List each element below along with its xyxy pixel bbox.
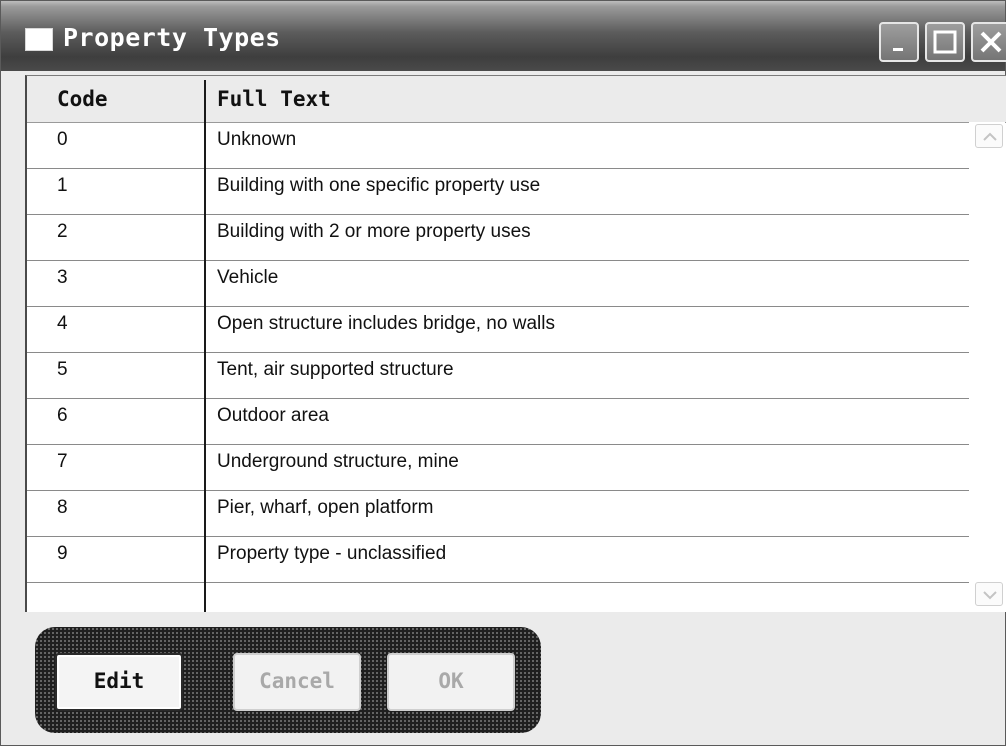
minimize-button[interactable] <box>879 22 919 62</box>
table-row[interactable]: 7 Underground structure, mine <box>27 445 969 491</box>
column-divider[interactable] <box>204 80 206 612</box>
property-types-window: Property Types Code Full Text 0 Unknown 1 B… <box>0 0 1006 746</box>
code-cell: 3 <box>57 267 68 288</box>
column-header-full-text[interactable]: Full Text <box>217 76 331 122</box>
chevron-up-icon <box>983 132 997 141</box>
vertical-scrollbar[interactable] <box>969 122 1005 610</box>
ok-button[interactable]: OK <box>387 653 515 711</box>
code-cell: 5 <box>57 359 68 380</box>
table-row[interactable]: 9 Property type - unclassified <box>27 537 969 583</box>
code-cell: 9 <box>57 543 68 564</box>
full-text-cell: Building with one specific property use <box>217 175 541 196</box>
table-row[interactable]: 4 Open structure includes bridge, no wall… <box>27 307 969 353</box>
code-cell: 1 <box>57 175 68 196</box>
table-row[interactable]: 1 Building with one specific property use <box>27 169 969 215</box>
full-text-cell: Property type - unclassified <box>217 543 447 564</box>
full-text-cell: Underground structure, mine <box>217 451 459 472</box>
full-text-cell: Tent, air supported structure <box>217 359 454 380</box>
maximize-button[interactable] <box>925 22 965 62</box>
code-cell: 7 <box>57 451 68 472</box>
code-cell: 2 <box>57 221 68 242</box>
title-bar[interactable]: Property Types <box>1 1 1006 71</box>
full-text-cell: Outdoor area <box>217 405 329 426</box>
button-panel: Edit Cancel OK <box>35 627 541 733</box>
maximize-icon <box>933 30 957 54</box>
scroll-up-button[interactable] <box>975 124 1003 148</box>
close-button[interactable] <box>971 22 1006 62</box>
cancel-button[interactable]: Cancel <box>233 653 361 711</box>
full-text-cell: Unknown <box>217 129 297 150</box>
code-cell: 8 <box>57 497 68 518</box>
property-types-grid: Code Full Text 0 Unknown 1 Building with on… <box>25 75 1006 612</box>
table-row[interactable]: 3 Vehicle <box>27 261 969 307</box>
chevron-down-icon <box>983 591 997 600</box>
full-text-cell: Open structure includes bridge, no walls <box>217 313 555 334</box>
column-header-code[interactable]: Code <box>57 76 108 122</box>
table-row[interactable]: 5 Tent, air supported structure <box>27 353 969 399</box>
close-icon <box>980 31 1002 53</box>
minimize-icon <box>893 48 903 51</box>
table-row[interactable] <box>27 583 969 612</box>
window-title: Property Types <box>63 23 281 52</box>
scroll-down-button[interactable] <box>975 582 1003 606</box>
code-cell: 4 <box>57 313 68 334</box>
table-row[interactable]: 8 Pier, wharf, open platform <box>27 491 969 537</box>
full-text-cell: Vehicle <box>217 267 279 288</box>
grid-header: Code Full Text <box>27 76 1006 123</box>
table-row[interactable]: 0 Unknown <box>27 123 969 169</box>
edit-button[interactable]: Edit <box>55 653 183 711</box>
full-text-cell: Building with 2 or more property uses <box>217 221 531 242</box>
full-text-cell: Pier, wharf, open platform <box>217 497 434 518</box>
code-cell: 0 <box>57 129 68 150</box>
code-cell: 6 <box>57 405 68 426</box>
table-row[interactable]: 6 Outdoor area <box>27 399 969 445</box>
window-icon <box>25 28 53 51</box>
table-row[interactable]: 2 Building with 2 or more property uses <box>27 215 969 261</box>
